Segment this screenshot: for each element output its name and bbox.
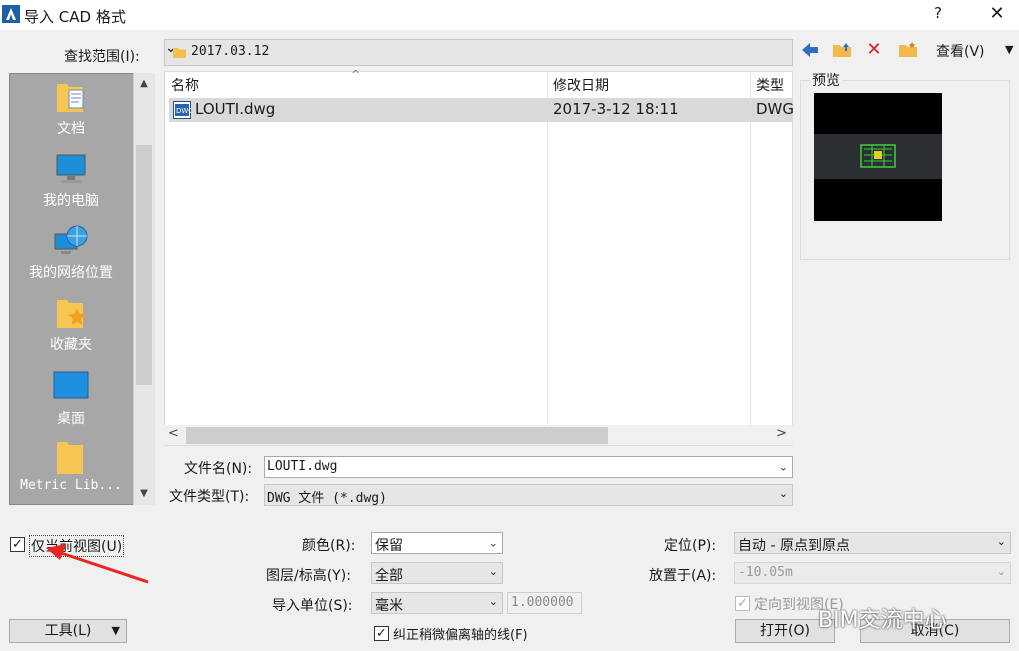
place-label: 文档 [57, 121, 85, 137]
current-view-only-checkbox[interactable]: ✓ [10, 537, 25, 552]
import-units-value: 毫米 [375, 598, 403, 614]
file-type-label: 文件类型(T): [169, 489, 250, 505]
up-folder-icon[interactable] [830, 38, 854, 62]
place-documents[interactable]: 文档 [10, 80, 132, 138]
scroll-right-icon[interactable]: > [776, 426, 787, 441]
revit-app-icon [2, 5, 20, 23]
favorites-folder-icon [53, 296, 89, 330]
file-type-cell: DWG [756, 100, 795, 118]
place-network[interactable]: 我的网络位置 [10, 224, 132, 282]
import-units-select[interactable]: 毫米 ⌄ [371, 592, 503, 614]
close-button[interactable]: ✕ [982, 3, 1012, 27]
place-label: 桌面 [57, 411, 85, 427]
orient-to-view-checkbox: ✓ [735, 596, 750, 611]
scroll-down-icon[interactable]: ▼ [133, 488, 155, 499]
place-favorites[interactable]: 收藏夹 [10, 296, 132, 354]
chevron-down-icon: ⌄ [996, 535, 1006, 548]
desktop-icon [53, 370, 89, 404]
chevron-down-icon: ⌄ [996, 565, 1006, 578]
positioning-select[interactable]: 自动 - 原点到原点 ⌄ [734, 532, 1011, 554]
title-bar [0, 0, 1019, 30]
folder-icon [53, 440, 89, 474]
place-label: 我的电脑 [43, 193, 99, 209]
help-button[interactable]: ? [926, 4, 950, 26]
column-header-date[interactable]: 修改日期 [553, 74, 609, 98]
file-name-value: LOUTI.dwg [267, 459, 338, 474]
layers-label: 图层/标高(Y): [266, 568, 351, 584]
chevron-down-icon: ⌄ [488, 595, 498, 608]
place-at-value: -10.05m [738, 565, 793, 580]
place-label: 收藏夹 [50, 337, 92, 353]
view-dropdown-icon[interactable]: ▼ [1005, 43, 1013, 56]
place-label: 我的网络位置 [29, 265, 113, 281]
file-type-select[interactable]: DWG 文件 (*.dwg) ⌄ [264, 484, 793, 506]
computer-icon [53, 152, 89, 186]
tools-label: 工具(L) [44, 623, 92, 639]
tools-button[interactable]: 工具(L) ▼ [9, 619, 127, 643]
window-title: 导入 CAD 格式 [24, 8, 126, 26]
chevron-down-icon[interactable]: ⌄ [779, 461, 788, 474]
back-arrow-icon[interactable] [798, 38, 822, 62]
documents-folder-icon [53, 80, 89, 114]
layers-select[interactable]: 全部 ⌄ [371, 562, 503, 584]
preview-label: 预览 [810, 70, 842, 90]
hscroll-thumb[interactable] [186, 427, 608, 444]
positioning-value: 自动 - 原点到原点 [738, 538, 850, 554]
watermark-text: BIM交流中心 [818, 608, 947, 633]
network-globe-icon [53, 224, 89, 258]
svg-text:DWG: DWG [176, 107, 191, 115]
column-header-type[interactable]: 类型 [756, 74, 784, 98]
file-name-input[interactable]: LOUTI.dwg ⌄ [264, 456, 793, 478]
column-divider[interactable] [750, 72, 751, 427]
view-menu-button[interactable]: 查看(V) [936, 41, 985, 61]
chevron-down-icon: ⌄ [488, 536, 498, 550]
place-at-select: -10.05m ⌄ [734, 562, 1011, 584]
layers-value: 全部 [375, 568, 403, 584]
scroll-up-icon[interactable]: ▲ [133, 78, 155, 89]
correct-lines-label: 纠正稍微偏离轴的线(F) [393, 628, 528, 643]
import-units-label: 导入单位(S): [272, 598, 353, 614]
folder-icon [173, 46, 186, 59]
look-in-label: 查找范围(I): [64, 49, 140, 65]
correct-lines-checkbox[interactable]: ✓ [374, 626, 389, 641]
preview-thumbnail [814, 93, 942, 221]
color-select[interactable]: 保留 ⌄ [371, 532, 503, 554]
new-folder-icon[interactable] [896, 38, 920, 62]
file-name-cell: LOUTI.dwg [195, 100, 276, 118]
place-at-label: 放置于(A): [649, 568, 717, 584]
place-metric-library[interactable]: Metric Lib... [10, 440, 132, 493]
places-scroll-thumb[interactable] [136, 145, 152, 385]
column-header-name[interactable]: 名称 [171, 74, 199, 98]
look-in-value: 2017.03.12 [191, 44, 270, 59]
place-my-computer[interactable]: 我的电脑 [10, 152, 132, 210]
import-scale-field: 1.000000 [507, 592, 582, 614]
positioning-label: 定位(P): [664, 538, 717, 554]
place-label: Metric Lib... [20, 478, 122, 493]
sort-ascending-icon: ^ [351, 68, 361, 81]
look-in-combo[interactable]: 2017.03.12 ⌄ [164, 39, 793, 66]
dwg-file-icon: DWG [173, 101, 194, 119]
place-desktop[interactable]: 桌面 [10, 370, 132, 428]
chevron-down-icon: ⌄ [778, 487, 788, 500]
delete-icon[interactable]: ✕ [862, 38, 886, 62]
file-row[interactable]: DWG LOUTI.dwg 2017-3-12 18:11 DWG [169, 98, 795, 122]
chevron-down-icon: ⌄ [488, 565, 498, 578]
color-label: 颜色(R): [302, 538, 356, 554]
color-value: 保留 [375, 538, 403, 554]
annotation-arrow [40, 540, 160, 590]
file-name-label: 文件名(N): [184, 461, 253, 477]
dropdown-arrow-icon: ▼ [111, 624, 120, 637]
file-list[interactable]: ^ 名称 修改日期 类型 DWG LOUTI.dwg 2017-3-12 18:… [164, 68, 795, 446]
scroll-left-icon[interactable]: < [168, 426, 179, 441]
file-type-value: DWG 文件 (*.dwg) [267, 491, 387, 506]
column-divider[interactable] [547, 72, 548, 427]
file-date-cell: 2017-3-12 18:11 [553, 100, 679, 118]
